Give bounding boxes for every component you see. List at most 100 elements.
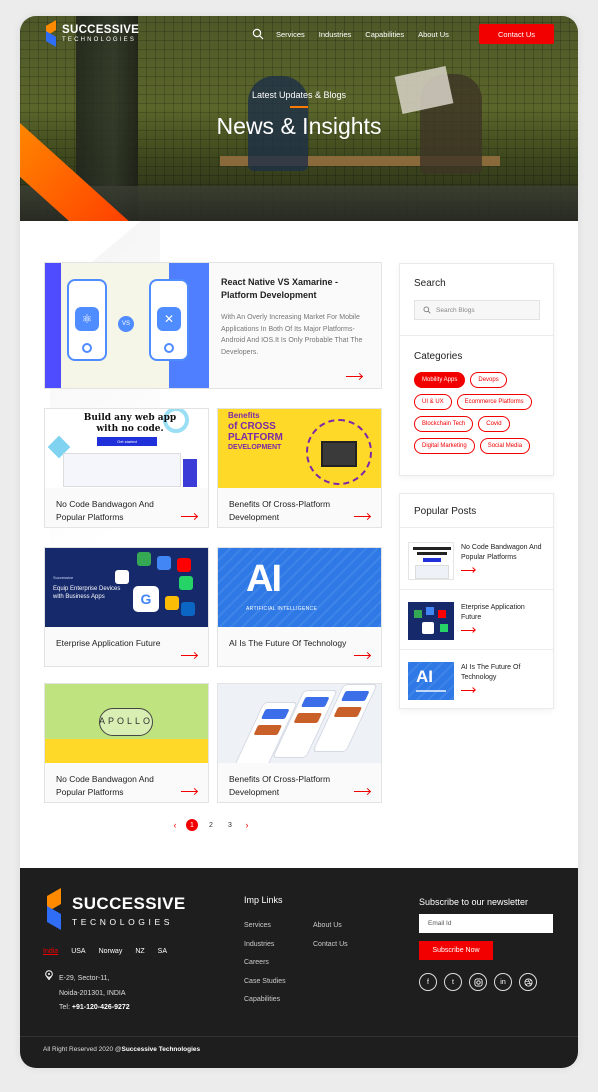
category-tag[interactable]: Devops bbox=[470, 372, 507, 388]
footer-link-case-studies[interactable]: Case Studies bbox=[244, 973, 314, 992]
monitor-icon bbox=[321, 441, 357, 467]
arrow-right-icon[interactable] bbox=[354, 516, 370, 517]
footer-link-careers[interactable]: Careers bbox=[244, 954, 314, 973]
arrow-right-icon[interactable] bbox=[181, 791, 197, 792]
linkedin-icon[interactable]: in bbox=[494, 973, 512, 991]
popular-post[interactable]: No Code Bandwagon And Popular Platforms bbox=[400, 529, 553, 590]
footer-link-services[interactable]: Services bbox=[244, 917, 314, 936]
react-icon: ⚛ bbox=[75, 307, 99, 331]
blog-main: ⚛ VS ✕ React Native VS Xamarine - Platfo… bbox=[20, 221, 578, 868]
facebook-icon[interactable]: f bbox=[419, 973, 437, 991]
featured-post[interactable]: ⚛ VS ✕ React Native VS Xamarine - Platfo… bbox=[44, 262, 382, 389]
arrow-right-icon[interactable] bbox=[354, 791, 370, 792]
contact-us-button[interactable]: Contact Us bbox=[479, 24, 554, 44]
page-frame: SUCCESSIVE TECHNOLOGIES Services Industr… bbox=[20, 16, 578, 1068]
country-norway[interactable]: Norway bbox=[99, 948, 123, 955]
category-tag[interactable]: Social Media bbox=[479, 438, 531, 454]
maps-icon bbox=[137, 552, 151, 566]
tel-number[interactable]: +91-120-426-9272 bbox=[72, 1004, 130, 1011]
popular-post[interactable]: Eterprise Application Future bbox=[400, 589, 553, 650]
category-tag[interactable]: UI & UX bbox=[414, 394, 452, 410]
logo-line2: TECHNOLOGIES bbox=[62, 37, 137, 44]
dribbble-icon[interactable] bbox=[519, 973, 537, 991]
blog-card[interactable]: Benefits Of Cross-Platform Development bbox=[217, 683, 382, 803]
popular-post-title[interactable]: No Code Bandwagon And Popular Platforms bbox=[461, 543, 546, 563]
page-2[interactable]: 2 bbox=[205, 819, 217, 831]
thumbnail-text: Benefits bbox=[228, 411, 260, 420]
blog-card[interactable]: Build any web app with no code. Get star… bbox=[44, 408, 209, 528]
arrow-right-icon[interactable] bbox=[181, 516, 197, 517]
pagination: ‹ 1 2 3 › bbox=[171, 819, 251, 831]
popular-thumbnail bbox=[408, 542, 454, 580]
arrow-right-icon[interactable] bbox=[181, 655, 197, 656]
page-3[interactable]: 3 bbox=[224, 819, 236, 831]
footer-link-about-us[interactable]: About Us bbox=[313, 917, 383, 936]
blog-card[interactable]: Successive Equip Enterprise Devices with… bbox=[44, 547, 209, 667]
chevron-right-icon[interactable]: › bbox=[243, 820, 251, 830]
hero-subtitle: Latest Updates & Blogs bbox=[251, 90, 347, 100]
nav-industries[interactable]: Industries bbox=[319, 30, 352, 39]
card-title[interactable]: Benefits Of Cross-Platform Development bbox=[229, 773, 349, 799]
docs-icon bbox=[157, 556, 171, 570]
country-nz[interactable]: NZ bbox=[135, 948, 144, 955]
popular-post-title[interactable]: Eterprise Application Future bbox=[461, 603, 546, 623]
card-title[interactable]: Benefits Of Cross-Platform Development bbox=[229, 498, 349, 524]
twitter-icon[interactable]: t bbox=[444, 973, 462, 991]
versus-badge: VS bbox=[118, 316, 134, 332]
subscribe-button[interactable]: Subscribe Now bbox=[419, 941, 493, 960]
popular-thumbnail: AI bbox=[408, 662, 454, 700]
footer-link-industries[interactable]: Industries bbox=[244, 936, 314, 955]
category-tag[interactable]: Mobility Apps bbox=[414, 372, 466, 388]
nav-capabilities[interactable]: Capabilities bbox=[365, 30, 404, 39]
chevron-left-icon[interactable]: ‹ bbox=[171, 820, 179, 830]
thumbnail-text: ARTIFICIAL INTELLIGENCE bbox=[246, 606, 318, 612]
thumbnail-text: Equip Enterprise Devices with Business A… bbox=[53, 586, 121, 600]
address-line1: E-29, Sector-11, bbox=[59, 975, 110, 982]
copyright-text: All Right Reserved 2020 @ bbox=[43, 1046, 122, 1053]
search-icon[interactable] bbox=[252, 28, 264, 40]
country-sa[interactable]: SA bbox=[158, 948, 167, 955]
arrow-right-icon[interactable] bbox=[461, 630, 475, 631]
footer-link-capabilities[interactable]: Capabilities bbox=[244, 991, 314, 1010]
email-field[interactable]: Email Id bbox=[419, 914, 553, 933]
instagram-icon[interactable] bbox=[469, 973, 487, 991]
country-usa[interactable]: USA bbox=[71, 948, 85, 955]
footer-link-contact-us[interactable]: Contact Us bbox=[313, 936, 383, 955]
blog-card[interactable]: Benefits of CROSS PLATFORM DEVELOPMENT B… bbox=[217, 408, 382, 528]
card-title[interactable]: No Code Bandwagon And Popular Platforms bbox=[56, 773, 176, 799]
card-thumbnail: Benefits of CROSS PLATFORM DEVELOPMENT bbox=[218, 409, 381, 488]
xamarin-icon: ✕ bbox=[157, 307, 181, 331]
featured-title[interactable]: React Native VS Xamarine - Platform Deve… bbox=[221, 276, 375, 302]
category-tag[interactable]: Ecommerce Platforms bbox=[456, 394, 532, 410]
blog-card[interactable]: APOLLO No Code Bandwagon And Popular Pla… bbox=[44, 683, 209, 803]
thumbnail-brand: Successive bbox=[53, 575, 74, 580]
categories-title: Categories bbox=[414, 351, 463, 362]
arrow-right-icon[interactable] bbox=[346, 376, 362, 377]
blog-card[interactable]: AI ARTIFICIAL INTELLIGENCE AI Is The Fut… bbox=[217, 547, 382, 667]
location-pin-icon bbox=[45, 970, 53, 980]
page-1[interactable]: 1 bbox=[186, 819, 198, 831]
header-logo[interactable]: SUCCESSIVE TECHNOLOGIES bbox=[44, 20, 139, 47]
footer: SUCCESSIVE TECNOLOGIES India USA Norway … bbox=[20, 868, 578, 1068]
arrow-right-icon[interactable] bbox=[461, 570, 475, 571]
card-title[interactable]: Eterprise Application Future bbox=[56, 637, 176, 650]
popular-post-title[interactable]: AI Is The Future Of Technology bbox=[461, 663, 546, 683]
phone-mockup: ⚛ bbox=[67, 279, 107, 361]
main-nav: Services Industries Capabilities About U… bbox=[252, 25, 463, 43]
thumbnail-text: of CROSS PLATFORM bbox=[228, 421, 283, 443]
search-input[interactable]: Search Blogs bbox=[414, 300, 540, 320]
card-title[interactable]: AI Is The Future Of Technology bbox=[229, 637, 349, 650]
thumbnail-text: Build any web app with no code. bbox=[83, 413, 177, 434]
nav-services[interactable]: Services bbox=[276, 30, 305, 39]
arrow-right-icon[interactable] bbox=[461, 690, 475, 691]
arrow-right-icon[interactable] bbox=[354, 655, 370, 656]
youtube-icon bbox=[177, 558, 191, 572]
nav-about-us[interactable]: About Us bbox=[418, 30, 449, 39]
footer-logo[interactable]: SUCCESSIVE TECNOLOGIES bbox=[44, 887, 186, 931]
category-tag[interactable]: Blockchain Tech bbox=[414, 416, 474, 432]
popular-post[interactable]: AI AI Is The Future Of Technology bbox=[408, 649, 548, 709]
category-tag[interactable]: Digital Marketing bbox=[414, 438, 475, 454]
country-india[interactable]: India bbox=[43, 948, 58, 955]
card-title[interactable]: No Code Bandwagon And Popular Platforms bbox=[56, 498, 176, 524]
category-tag[interactable]: Covid bbox=[478, 416, 510, 432]
